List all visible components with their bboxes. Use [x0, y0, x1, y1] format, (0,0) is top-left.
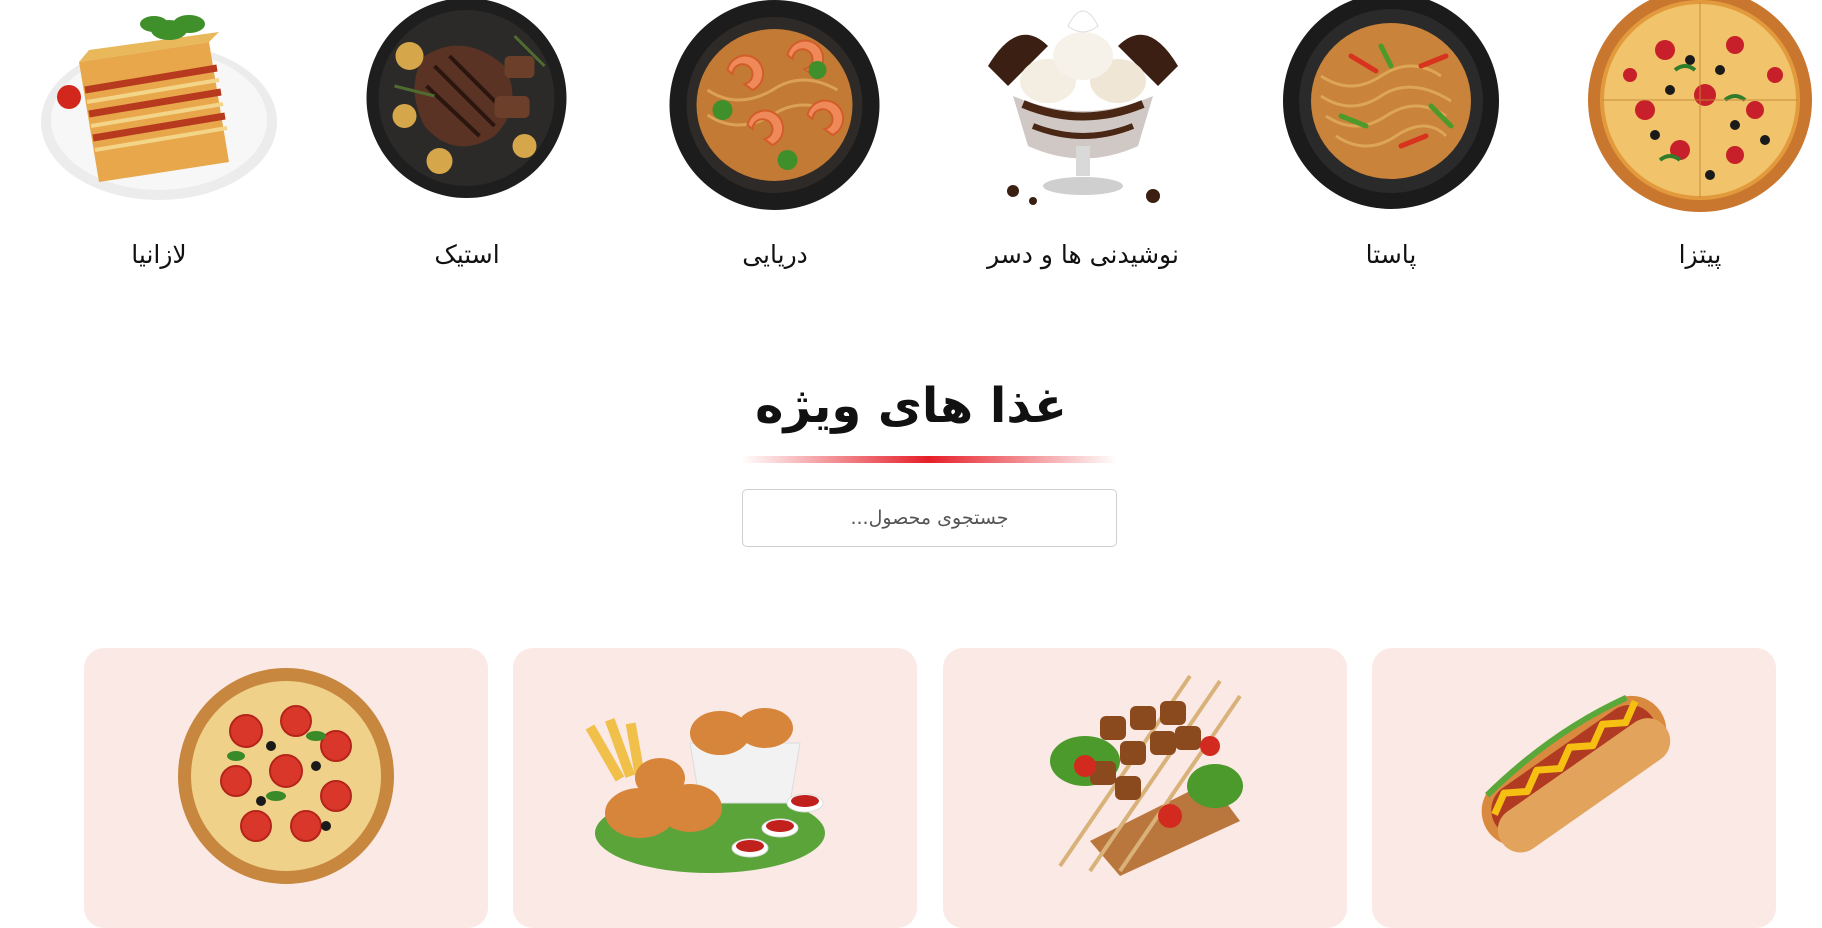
kebab-skewers-image — [1050, 674, 1243, 876]
category-label: پاستا — [1365, 240, 1417, 269]
category-lasagna[interactable]: لازانیا — [39, 0, 279, 290]
category-strip: پیتزا پاستا نوشیدنی ها و دسر دریایی استی… — [0, 0, 1822, 290]
category-label: استیک — [434, 240, 500, 269]
category-label: دریایی — [742, 240, 808, 269]
category-label: لازانیا — [131, 240, 187, 269]
category-seafood[interactable]: دریایی — [655, 0, 895, 290]
lasagna-image — [41, 15, 277, 200]
category-label: نوشیدنی ها و دسر — [987, 240, 1179, 269]
section-title: غذا های ویژه — [755, 378, 1067, 434]
seafood-shrimp-image — [669, 0, 880, 210]
pizza-image — [1588, 0, 1812, 212]
fried-chicken-image — [585, 708, 825, 873]
product-card-fried-chicken[interactable] — [513, 648, 917, 928]
category-steak[interactable]: استیک — [347, 0, 587, 290]
pasta-image — [1283, 0, 1499, 209]
category-pasta[interactable]: پاستا — [1271, 0, 1511, 290]
hotdog-image — [1481, 694, 1671, 853]
category-label: پیتزا — [1678, 240, 1722, 269]
search-input[interactable] — [742, 489, 1117, 547]
category-drinks-desserts[interactable]: نوشیدنی ها و دسر — [963, 0, 1203, 290]
ice-cream-dessert-image — [988, 10, 1178, 205]
category-pizza[interactable]: پیتزا — [1580, 0, 1820, 290]
product-card-pizza[interactable] — [84, 648, 488, 928]
product-card-kebab[interactable] — [943, 648, 1347, 928]
pizza-image — [178, 668, 394, 884]
title-underline — [741, 456, 1117, 463]
steak-image — [366, 0, 567, 198]
product-card-hotdog[interactable] — [1372, 648, 1776, 928]
